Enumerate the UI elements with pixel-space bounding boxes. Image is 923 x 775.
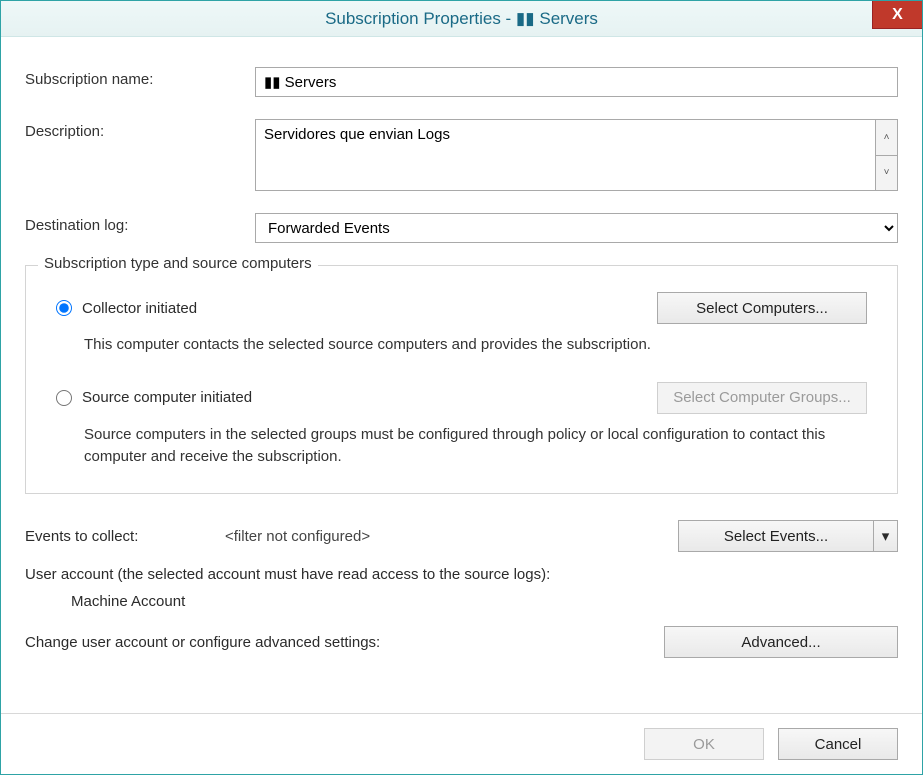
titlebar: Subscription Properties - ▮▮ Servers X (1, 1, 922, 37)
content-area: Subscription name: Description: ˄ ˅ Dest… (1, 37, 922, 713)
cancel-button[interactable]: Cancel (778, 728, 898, 760)
filter-status-value: <filter not configured> (225, 528, 678, 545)
select-computers-button[interactable]: Select Computers... (657, 292, 867, 324)
advanced-button[interactable]: Advanced... (664, 626, 898, 658)
scroll-down-icon[interactable]: ˅ (876, 156, 897, 191)
source-help-text: Source computers in the selected groups … (84, 424, 867, 468)
scroll-up-icon[interactable]: ˄ (876, 120, 897, 156)
source-initiated-label: Source computer initiated (82, 389, 252, 406)
user-account-value: Machine Account (71, 593, 898, 610)
description-scroll: ˄ ˅ (875, 120, 897, 190)
subscription-type-group: Subscription type and source computers C… (25, 265, 898, 494)
collector-help-text: This computer contacts the selected sour… (84, 334, 867, 356)
source-initiated-radio[interactable] (56, 390, 72, 406)
close-button[interactable]: X (872, 1, 922, 29)
description-input[interactable] (256, 120, 875, 190)
chevron-down-icon: ▾ (882, 527, 890, 545)
select-events-split: Select Events... ▾ (678, 520, 898, 552)
select-computer-groups-button: Select Computer Groups... (657, 382, 867, 414)
description-field-wrap: ˄ ˅ (255, 119, 898, 191)
ok-button: OK (644, 728, 764, 760)
subscription-name-label: Subscription name: (25, 67, 255, 88)
groupbox-title: Subscription type and source computers (38, 255, 318, 272)
subscription-name-input[interactable] (255, 67, 898, 97)
description-label: Description: (25, 119, 255, 140)
collector-initiated-label: Collector initiated (82, 300, 197, 317)
collector-initiated-radio[interactable] (56, 300, 72, 316)
destination-log-label: Destination log: (25, 213, 255, 234)
select-events-button[interactable]: Select Events... (678, 520, 874, 552)
window-title: Subscription Properties - ▮▮ Servers (325, 9, 598, 29)
select-events-dropdown[interactable]: ▾ (874, 520, 898, 552)
user-account-label: User account (the selected account must … (25, 566, 898, 583)
advanced-settings-label: Change user account or configure advance… (25, 634, 380, 651)
dialog-footer: OK Cancel (1, 713, 922, 774)
dialog-window: Subscription Properties - ▮▮ Servers X S… (0, 0, 923, 775)
destination-log-select[interactable]: Forwarded Events (255, 213, 898, 243)
events-to-collect-label: Events to collect: (25, 528, 225, 545)
close-icon: X (892, 6, 903, 24)
